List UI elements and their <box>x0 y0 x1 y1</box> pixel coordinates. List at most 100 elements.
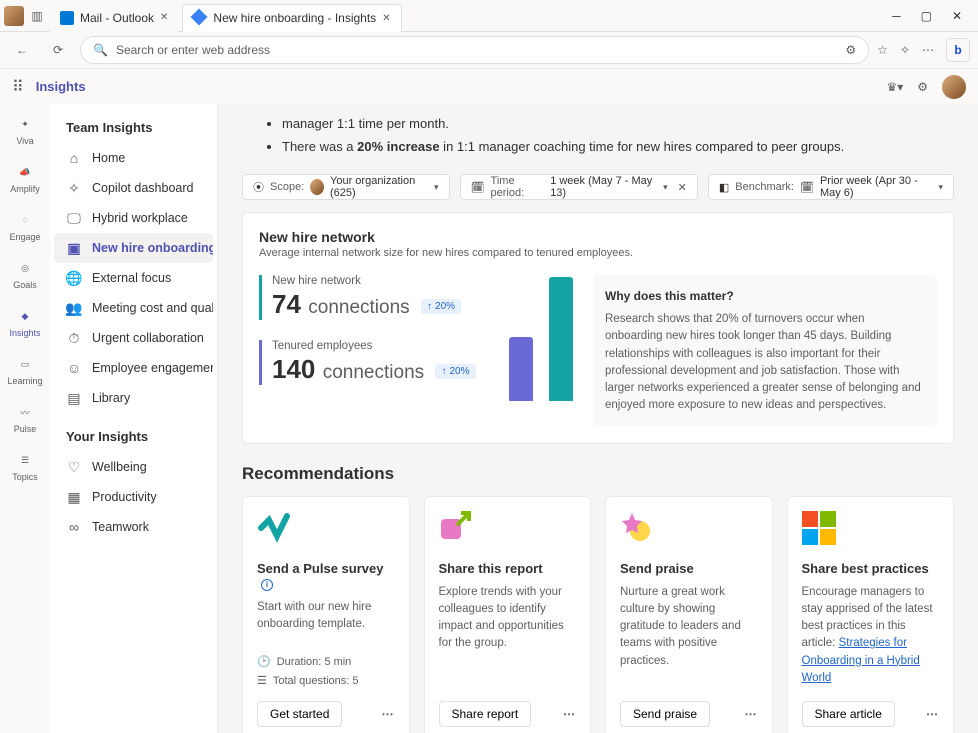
more-icon[interactable]: ⋯ <box>382 707 395 721</box>
page-settings-icon[interactable]: ⚙ <box>845 43 856 57</box>
library-icon: ▤ <box>66 390 82 406</box>
rail-goals[interactable]: ◎Goals <box>0 254 50 294</box>
filter-benchmark[interactable]: ◧ Benchmark: 🗓 Prior week (Apr 30 - May … <box>708 174 954 200</box>
user-avatar[interactable] <box>942 75 966 99</box>
tab-title: Mail - Outlook <box>80 11 154 25</box>
summary-bullet-1: manager 1:1 time per month. <box>282 112 954 135</box>
sidebar-item-meeting[interactable]: 👥Meeting cost and qual... <box>54 293 213 323</box>
profile-avatar[interactable] <box>4 6 24 26</box>
rec-meta: 🕑Duration: 5 min <box>257 655 395 668</box>
premium-icon[interactable]: ♛▾ <box>886 80 903 94</box>
more-icon[interactable]: ⋯ <box>926 707 939 721</box>
viva-icon <box>193 11 207 25</box>
minimize-button[interactable]: ─ <box>892 9 901 23</box>
sidebar-item-home[interactable]: ⌂Home <box>54 143 213 173</box>
clock-icon: 🕑 <box>257 655 271 668</box>
more-icon[interactable]: ⋯ <box>563 707 576 721</box>
bar-tenured <box>549 277 573 401</box>
home-icon: ⌂ <box>66 150 82 166</box>
info-icon[interactable]: i <box>261 579 273 591</box>
sidebar-item-wellbeing[interactable]: ♡Wellbeing <box>54 452 213 482</box>
trend-badge: ↑ 20% <box>435 364 475 379</box>
address-placeholder: Search or enter web address <box>116 43 270 57</box>
clear-icon[interactable]: ✕ <box>674 181 687 194</box>
chevron-down-icon: ▾ <box>434 182 439 193</box>
rail-insights[interactable]: ◆Insights <box>0 302 50 342</box>
app-launcher-icon[interactable]: ⠿ <box>12 77 24 97</box>
onboarding-icon: ▣ <box>66 240 82 256</box>
sidebar-item-external[interactable]: 🌐External focus <box>54 263 213 293</box>
rec-send-praise: Send praise Nurture a great work culture… <box>605 496 773 733</box>
tab-outlook[interactable]: Mail - Outlook ✕ <box>50 4 178 32</box>
app-brand[interactable]: Insights <box>36 79 86 94</box>
more-icon[interactable]: ⋯ <box>745 707 758 721</box>
rail-topics[interactable]: ☰Topics <box>0 446 50 486</box>
sidebar-item-copilot[interactable]: ✧Copilot dashboard <box>54 173 213 203</box>
urgent-icon: ⏱ <box>66 330 82 346</box>
back-button[interactable]: ← <box>8 36 36 64</box>
productivity-icon: ▦ <box>66 489 82 505</box>
outlook-icon <box>60 11 74 25</box>
teamwork-icon: ∞ <box>66 519 82 535</box>
calendar-icon: 🗓 <box>471 181 485 194</box>
card-title: New hire network <box>259 229 937 245</box>
network-card: New hire network Average internal networ… <box>242 212 954 444</box>
sidebar-item-productivity[interactable]: ▦Productivity <box>54 482 213 512</box>
sidebar-your-header: Your Insights <box>50 413 217 452</box>
favorites-icon[interactable]: ☆ <box>877 43 888 57</box>
sidebar-item-urgent[interactable]: ⏱Urgent collaboration <box>54 323 213 353</box>
scope-icon: ⦿ <box>253 179 264 195</box>
why-matters: Why does this matter? Research shows tha… <box>593 275 937 427</box>
close-icon[interactable]: ✕ <box>382 13 390 24</box>
stat-new-hire: New hire network 74 connections ↑ 20% <box>259 275 489 320</box>
bing-button[interactable]: b <box>946 38 970 62</box>
address-input[interactable]: 🔍 Search or enter web address ⚙ <box>80 36 869 64</box>
sidebar-item-teamwork[interactable]: ∞Teamwork <box>54 512 213 542</box>
tab-insights[interactable]: New hire onboarding - Insights ✕ <box>182 4 401 32</box>
rail-engage[interactable]: ◌Engage <box>0 206 50 246</box>
rail-learning[interactable]: ▭Learning <box>0 350 50 390</box>
rec-share-report: Share this report Explore trends with yo… <box>424 496 592 733</box>
rec-best-practices: Share best practices Encourage managers … <box>787 496 955 733</box>
people-icon: 👥 <box>66 300 82 316</box>
rail-viva[interactable]: ✦Viva <box>0 110 50 150</box>
sidebar-item-engagement[interactable]: ☺Employee engagement <box>54 353 213 383</box>
filter-scope[interactable]: ⦿ Scope: Your organization (625) ▾ <box>242 174 450 200</box>
sidebar-item-library[interactable]: ▤Library <box>54 383 213 413</box>
engagement-icon: ☺ <box>66 360 82 376</box>
stat-tenured: Tenured employees 140 connections ↑ 20% <box>259 340 489 385</box>
collections-icon[interactable]: ✧ <box>900 43 910 57</box>
refresh-button[interactable]: ⟳ <box>44 36 72 64</box>
workspaces-icon[interactable]: ▥ <box>28 7 46 25</box>
close-button[interactable]: ✕ <box>952 9 962 23</box>
recommendations-header: Recommendations <box>242 464 954 484</box>
chevron-down-icon: ▾ <box>663 182 668 193</box>
heart-icon: ♡ <box>66 459 82 475</box>
list-icon: ☰ <box>257 674 267 687</box>
rec-pulse: Send a Pulse surveyi Start with our new … <box>242 496 410 733</box>
summary-bullet-2: There was a 20% increase in 1:1 manager … <box>282 135 954 158</box>
globe-icon: 🌐 <box>66 270 82 286</box>
filter-time[interactable]: 🗓 Time period: 1 week (May 7 - May 13) ▾… <box>460 174 698 200</box>
share-report-button[interactable]: Share report <box>439 701 532 727</box>
settings-icon[interactable]: ⚙ <box>917 80 928 94</box>
microsoft-icon <box>802 511 836 545</box>
close-icon[interactable]: ✕ <box>160 12 168 23</box>
get-started-button[interactable]: Get started <box>257 701 342 727</box>
maximize-button[interactable]: ▢ <box>921 9 932 23</box>
benchmark-icon: ◧ <box>719 181 729 194</box>
tab-title: New hire onboarding - Insights <box>213 11 376 25</box>
sidebar-team-header: Team Insights <box>50 120 217 143</box>
network-chart <box>509 275 573 405</box>
bar-new-hire <box>509 337 533 401</box>
send-praise-button[interactable]: Send praise <box>620 701 710 727</box>
pulse-icon <box>257 511 291 545</box>
sidebar-item-hybrid[interactable]: 🖵Hybrid workplace <box>54 203 213 233</box>
rail-amplify[interactable]: 📣Amplify <box>0 158 50 198</box>
share-report-icon <box>439 511 473 545</box>
share-article-button[interactable]: Share article <box>802 701 895 727</box>
rail-pulse[interactable]: 〰Pulse <box>0 398 50 438</box>
more-icon[interactable]: ⋯ <box>922 43 934 57</box>
copilot-icon: ✧ <box>66 180 82 196</box>
sidebar-item-onboarding[interactable]: ▣New hire onboarding <box>54 233 213 263</box>
